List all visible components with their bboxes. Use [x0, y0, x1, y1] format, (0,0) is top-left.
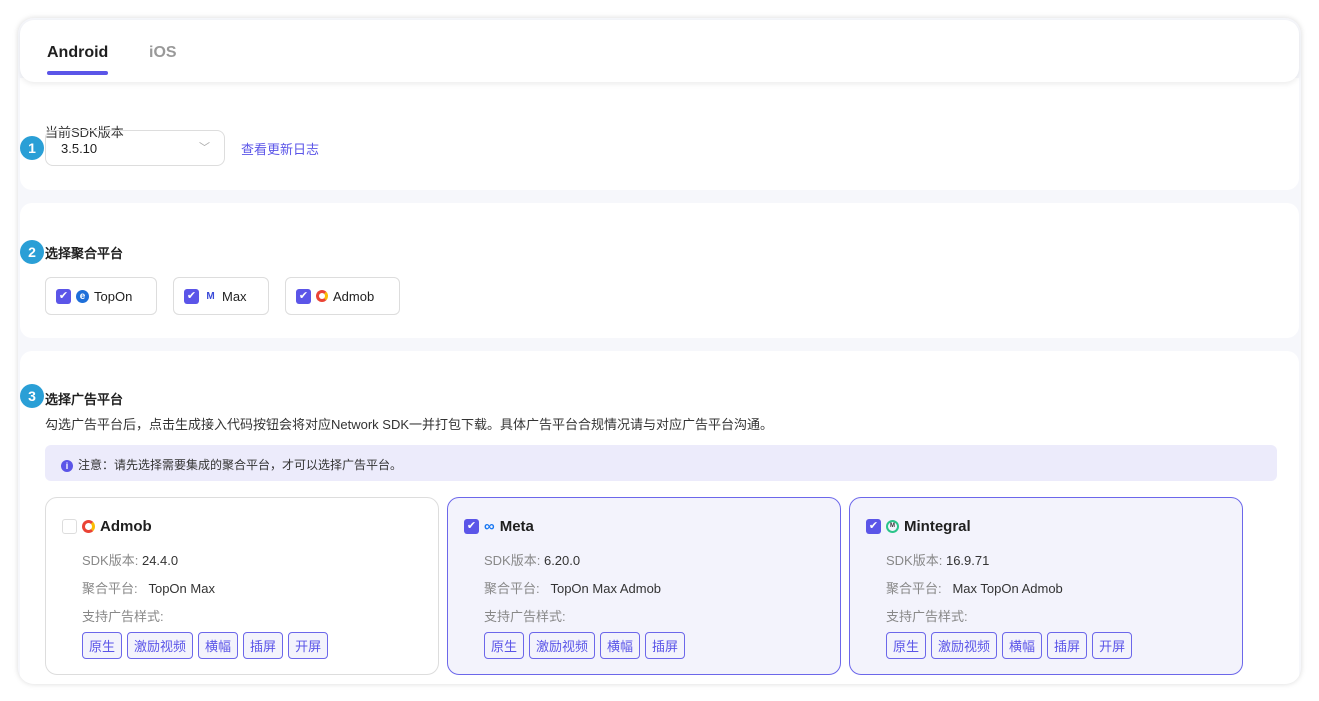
ad-style-tag: 原生 [484, 632, 525, 659]
ad-platform-title: 选择广告平台 [45, 392, 124, 407]
aggregation-section: 2 选择聚合平台 ✔ e TopOn ✔ M Max ✔ Admob [20, 203, 1299, 338]
card-title: Mintegral [904, 518, 971, 535]
aggregation-title: 选择聚合平台 [45, 246, 124, 261]
checkbox-checked-icon[interactable]: ✔ [184, 288, 199, 304]
ad-style-tag: 插屏 [645, 632, 686, 659]
checkbox-checked-icon[interactable]: ✔ [866, 519, 881, 534]
ad-style-tag: 横幅 [600, 632, 641, 659]
checkbox-checked-icon[interactable]: ✔ [464, 519, 479, 534]
ad-style-tag: 横幅 [1002, 632, 1043, 659]
ad-style-tag: 原生 [886, 632, 927, 659]
ad-style-tag: 激励视频 [931, 632, 998, 659]
sdk-version-select[interactable]: 3.5.10 ﹀ [45, 130, 225, 166]
meta-logo-icon: ∞ [484, 518, 495, 535]
checkbox-checked-icon[interactable]: ✔ [296, 288, 311, 304]
ad-style-tags: 原生 激励视频 横幅 插屏 开屏 [82, 632, 329, 659]
chevron-down-icon: ﹀ [199, 142, 210, 154]
option-label: TopOn [94, 288, 133, 304]
checkbox-checked-icon[interactable]: ✔ [56, 288, 71, 304]
ad-platform-card-mintegral[interactable]: ✔ M Mintegral SDK版本: 16.9.71 聚合平台: Max Top… [849, 497, 1243, 675]
aggregation-row: 聚合平台: TopOn Max Admob [484, 581, 662, 596]
mintegral-logo-icon: M [886, 520, 899, 533]
aggregation-option-max[interactable]: ✔ M Max [173, 277, 269, 315]
admob-logo-icon [82, 520, 95, 533]
card-title: Admob [100, 518, 152, 535]
aggregation-row: 聚合平台: Max TopOn Admob [886, 581, 1063, 596]
step-badge-2: 2 [20, 240, 44, 264]
notice-text: 注意：请先选择需要集成的聚合平台，才可以选择广告平台。 [78, 458, 403, 472]
admob-logo-icon [316, 290, 328, 302]
aggregation-row: 聚合平台: TopOn Max [82, 581, 215, 596]
styles-label: 支持广告样式: [82, 609, 164, 624]
styles-label: 支持广告样式: [886, 609, 968, 624]
max-logo-icon: M [206, 290, 215, 302]
changelog-link[interactable]: 查看更新日志 [241, 139, 319, 158]
tab-ios[interactable]: iOS [149, 44, 177, 62]
platform-tabs: Android iOS [20, 20, 1299, 82]
option-label: Max [222, 288, 247, 304]
ad-style-tag: 激励视频 [127, 632, 194, 659]
topon-logo-icon: e [76, 289, 89, 303]
aggregation-option-topon[interactable]: ✔ e TopOn [45, 277, 157, 315]
info-icon: i [61, 460, 73, 472]
card-title: Meta [499, 518, 534, 535]
ad-style-tag: 激励视频 [529, 632, 596, 659]
ad-style-tag: 开屏 [288, 632, 329, 659]
checkbox-unchecked-icon[interactable] [62, 519, 77, 534]
ad-style-tag: 插屏 [243, 632, 284, 659]
sdk-version-row: SDK版本: 24.4.0 [82, 553, 179, 568]
sdk-version-section: 当前SDK版本 1 3.5.10 ﹀ 查看更新日志 [20, 78, 1299, 190]
ad-style-tag: 横幅 [198, 632, 239, 659]
ad-style-tag: 开屏 [1092, 632, 1133, 659]
ad-style-tags: 原生 激励视频 横幅 插屏 开屏 [886, 632, 1133, 659]
ad-platform-card-meta[interactable]: ✔ ∞ Meta SDK版本: 6.20.0 聚合平台: TopOn Max Adm… [447, 497, 841, 675]
ad-platform-card-admob[interactable]: Admob SDK版本: 24.4.0 聚合平台: TopOn Max 支持广告… [45, 497, 439, 675]
ad-platform-description: 勾选广告平台后，点击生成接入代码按钮会将对应Network SDK一并打包下载。… [45, 417, 774, 432]
option-label: Admob [333, 288, 375, 304]
styles-label: 支持广告样式: [484, 609, 566, 624]
sdk-version-row: SDK版本: 6.20.0 [484, 553, 581, 568]
aggregation-option-admob[interactable]: ✔ Admob [285, 277, 400, 315]
sdk-version-value: 3.5.10 [61, 141, 98, 156]
ad-style-tag: 原生 [82, 632, 123, 659]
tab-android[interactable]: Android [47, 44, 109, 75]
ad-platform-section: 3 选择广告平台 勾选广告平台后，点击生成接入代码按钮会将对应Network S… [20, 351, 1299, 684]
step-badge-1: 1 [20, 136, 44, 160]
notice-banner: i 注意：请先选择需要集成的聚合平台，才可以选择广告平台。 [45, 445, 1277, 481]
sdk-config-panel: Android iOS 当前SDK版本 1 3.5.10 ﹀ 查看更新日志 2 选… [18, 18, 1301, 684]
ad-style-tag: 插屏 [1047, 632, 1088, 659]
ad-style-tags: 原生 激励视频 横幅 插屏 [484, 632, 686, 659]
step-badge-3: 3 [20, 384, 44, 408]
sdk-version-row: SDK版本: 16.9.71 [886, 553, 990, 568]
